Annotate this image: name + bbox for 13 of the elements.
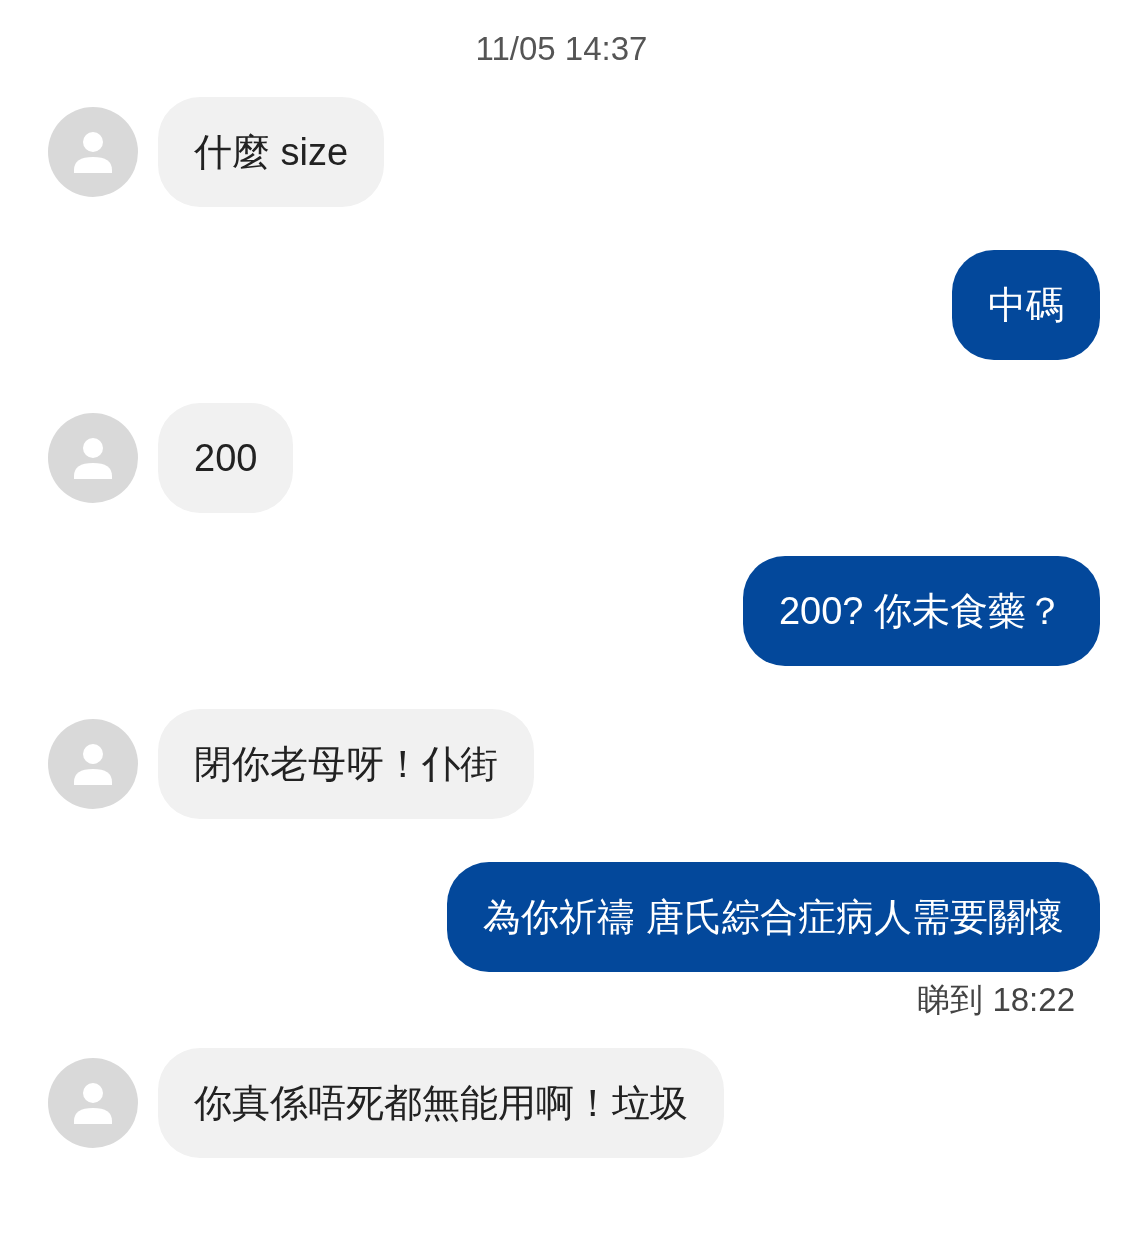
avatar-icon xyxy=(48,719,138,809)
avatar-icon xyxy=(48,1058,138,1148)
message-bubble: 你真係唔死都無能用啊！垃圾 xyxy=(158,1048,724,1158)
avatar-icon xyxy=(48,413,138,503)
message-bubble: 什麼 size xyxy=(158,97,385,207)
message-bubble: 中碼 xyxy=(952,250,1100,360)
read-receipt: 睇到 18:22 xyxy=(917,980,1075,1020)
timestamp: 11/05 14:37 xyxy=(475,30,648,68)
message-bubble: 200? 你未食藥？ xyxy=(742,556,1100,666)
message-bubble: 為你祈禱 唐氏綜合症病人需要關懷 xyxy=(447,862,1100,972)
avatar-icon xyxy=(48,107,138,197)
message-bubble: 閉你老母呀！仆街 xyxy=(158,709,534,819)
message-bubble: 200 xyxy=(158,403,294,513)
